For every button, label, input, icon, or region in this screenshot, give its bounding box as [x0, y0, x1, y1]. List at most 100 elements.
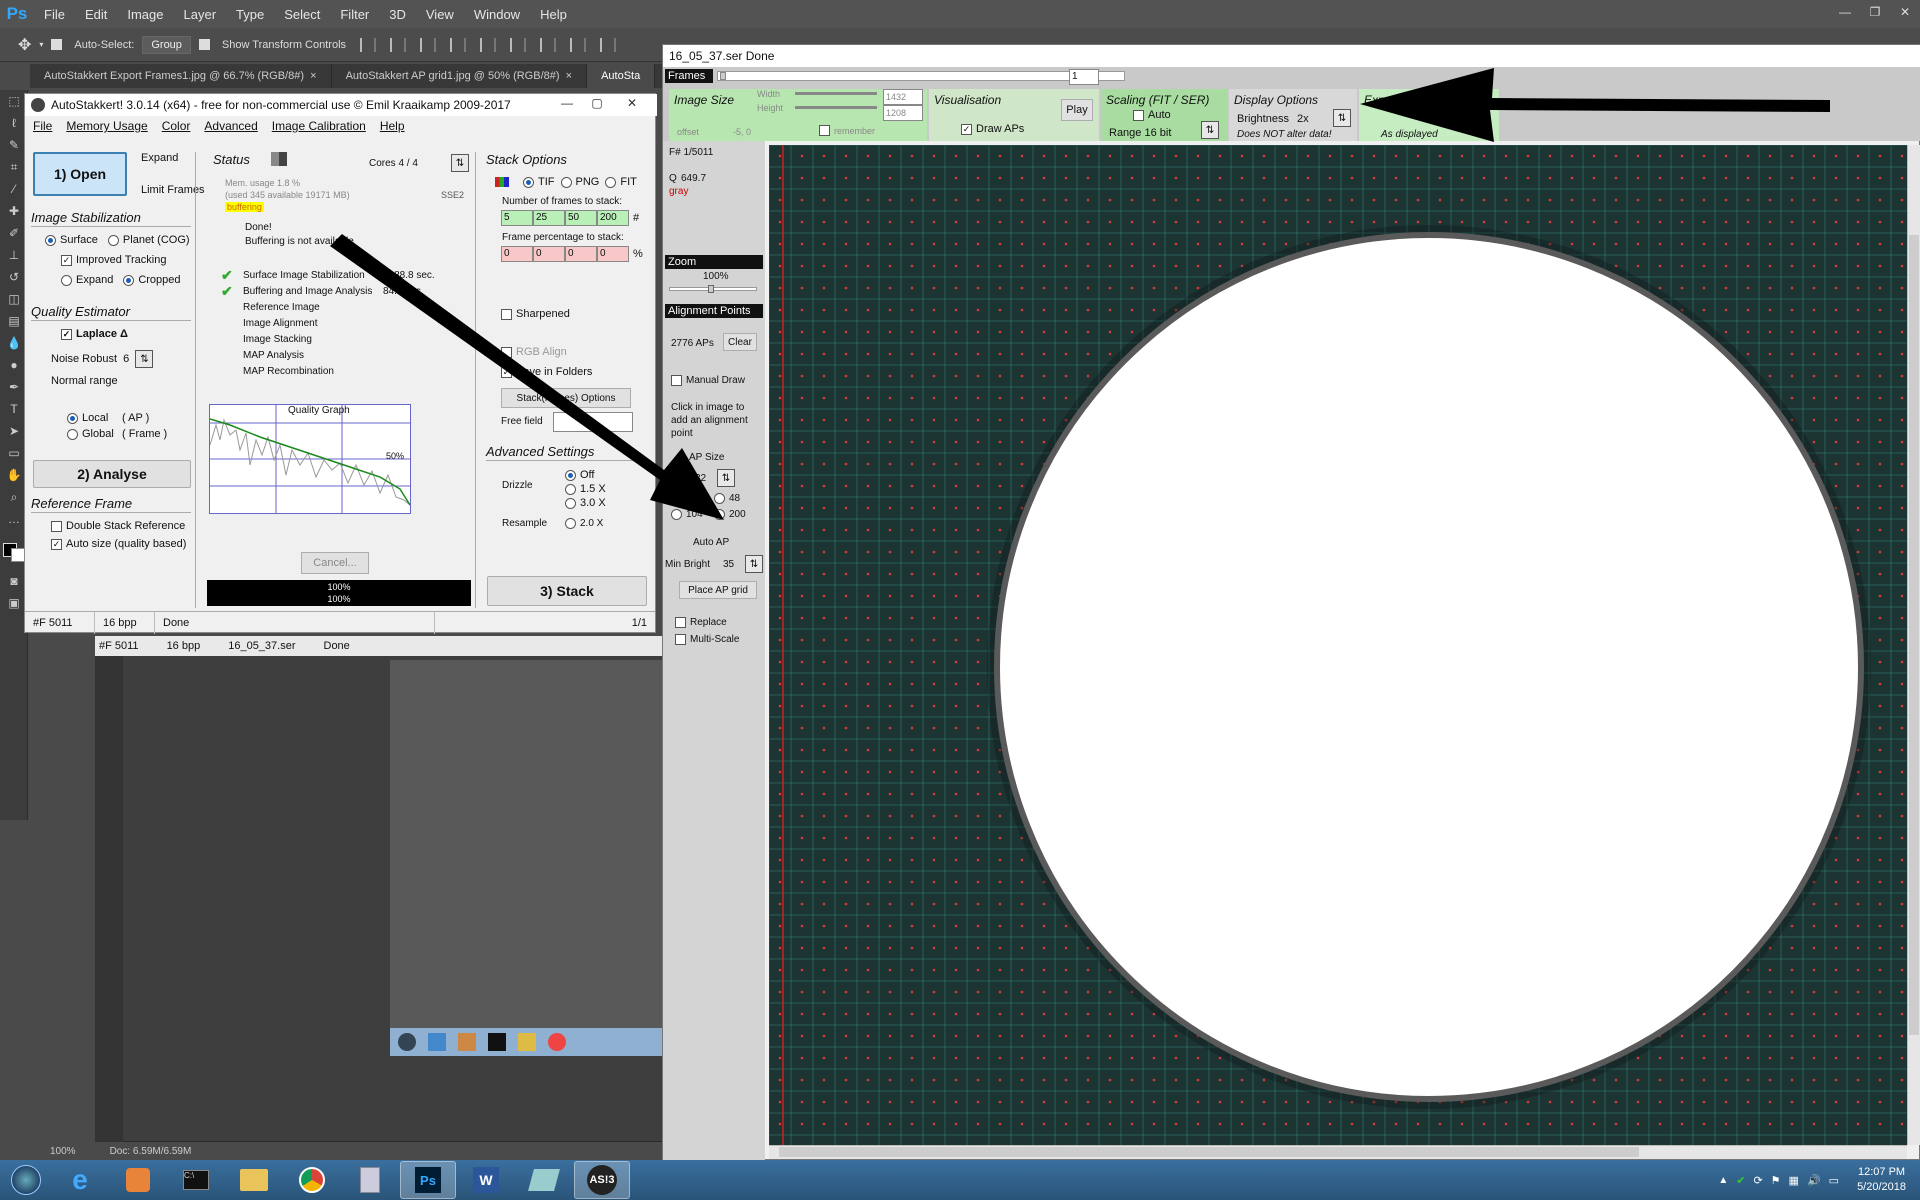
surface-radio[interactable]	[45, 234, 56, 246]
minimize-button[interactable]: —	[555, 96, 579, 112]
sync-icon[interactable]: ⟳	[1753, 1174, 1762, 1187]
close-icon[interactable]: ×	[566, 70, 572, 82]
display-icon[interactable]: ▭	[1829, 1174, 1839, 1187]
drizzle-30-radio[interactable]	[565, 497, 576, 509]
volume-icon[interactable]: 🔊	[1807, 1174, 1821, 1187]
ps-menu-window[interactable]: Window	[464, 7, 530, 22]
drizzle-15-radio[interactable]	[565, 483, 576, 495]
cropped-radio[interactable]	[123, 274, 135, 286]
draw-aps-checkbox[interactable]: ✓	[961, 123, 972, 135]
range-stepper[interactable]: ⇅	[1201, 121, 1219, 139]
laplace-checkbox[interactable]: ✓	[61, 328, 72, 340]
word-icon[interactable]: W	[458, 1161, 514, 1199]
security-icon[interactable]: ✔	[1736, 1174, 1745, 1187]
ps-menu-edit[interactable]: Edit	[75, 7, 117, 22]
planet-radio[interactable]	[107, 234, 119, 246]
maximize-button[interactable]: ▢	[585, 96, 609, 112]
photoshop-taskbar-icon[interactable]: Ps	[400, 1161, 456, 1199]
align-center-icon[interactable]	[480, 37, 497, 52]
frames-input-2[interactable]: 25	[533, 210, 565, 226]
multi-scale-checkbox[interactable]	[675, 634, 686, 645]
autostakkert-taskbar-icon[interactable]: AS!3	[574, 1161, 630, 1199]
ps-minimize-button[interactable]: —	[1830, 0, 1860, 24]
chevron-down-icon[interactable]: ▾	[39, 40, 43, 49]
ps-close-button[interactable]: ✕	[1890, 0, 1920, 24]
height-value[interactable]: 1208	[883, 105, 923, 121]
png-radio[interactable]	[560, 176, 572, 188]
frames-input-4[interactable]: 200	[597, 210, 629, 226]
tab-export-frames[interactable]: AutoStakkert Export Frames1.jpg @ 66.7% …	[30, 64, 332, 88]
close-icon[interactable]: ×	[310, 70, 316, 82]
align-right-icon[interactable]	[510, 37, 527, 52]
ps-menu-help[interactable]: Help	[530, 7, 577, 22]
ps-menu-image[interactable]: Image	[117, 7, 173, 22]
horizontal-scrollbar[interactable]	[769, 1145, 1907, 1159]
pct-input-2[interactable]: 0	[533, 246, 565, 262]
clear-aps-button[interactable]: Clear	[723, 333, 757, 351]
tab-autostakkert[interactable]: AutoSta	[587, 64, 656, 88]
chrome-icon[interactable]	[284, 1161, 340, 1199]
show-transform-checkbox[interactable]	[198, 39, 210, 50]
frame-slider[interactable]	[717, 71, 1125, 81]
save-in-folders-checkbox[interactable]: ✓	[501, 366, 512, 378]
height-slider[interactable]	[795, 106, 877, 109]
tif-radio[interactable]	[523, 176, 534, 188]
pct-input-4[interactable]: 0	[597, 246, 629, 262]
analyse-button[interactable]: 2) Analyse	[33, 460, 191, 488]
align-top-icon[interactable]	[360, 37, 377, 52]
remember-checkbox[interactable]	[819, 125, 830, 136]
group-select[interactable]: Group	[142, 35, 191, 54]
rgb-align-checkbox[interactable]	[501, 346, 512, 358]
resample-radio[interactable]	[565, 518, 576, 529]
distribute-bottom-icon[interactable]	[600, 37, 617, 52]
ap-size-48-radio[interactable]	[714, 493, 725, 504]
frames-input-3[interactable]: 50	[565, 210, 597, 226]
as-menu-memory[interactable]: Memory Usage	[66, 119, 147, 133]
move-tool-icon[interactable]: ✥	[18, 35, 31, 55]
as-menu-color[interactable]: Color	[162, 119, 191, 133]
cancel-button[interactable]: Cancel...	[301, 552, 369, 574]
ps-menu-3d[interactable]: 3D	[379, 7, 416, 22]
auto-size-checkbox[interactable]: ✓	[51, 538, 62, 550]
align-left-icon[interactable]	[450, 37, 467, 52]
ap-size-24-radio[interactable]	[671, 493, 682, 504]
as-menu-advanced[interactable]: Advanced	[204, 119, 257, 133]
image-canvas[interactable]	[769, 145, 1907, 1145]
pct-input-1[interactable]: 0	[501, 246, 533, 262]
cmd-icon[interactable]: C:\	[168, 1161, 224, 1199]
align-middle-icon[interactable]	[390, 37, 407, 52]
media-player-icon[interactable]	[110, 1161, 166, 1199]
network-icon[interactable]: ▦	[1789, 1174, 1799, 1187]
file-explorer-icon[interactable]	[226, 1161, 282, 1199]
free-field-input[interactable]	[553, 412, 633, 432]
flag-icon[interactable]: ⚑	[1771, 1174, 1781, 1187]
clock[interactable]: 12:07 PM 5/20/2018	[1857, 1165, 1906, 1195]
as-menu-calibration[interactable]: Image Calibration	[272, 119, 366, 133]
cores-stepper[interactable]: ⇅	[451, 154, 469, 172]
zoom-level[interactable]: 100%	[50, 1146, 76, 1157]
stack-button[interactable]: 3) Stack	[487, 576, 647, 606]
replace-checkbox[interactable]	[675, 617, 686, 628]
global-radio[interactable]	[67, 428, 78, 440]
tray-expand-icon[interactable]: ▲	[1718, 1175, 1728, 1186]
notes-icon[interactable]	[516, 1161, 572, 1199]
local-radio[interactable]	[67, 412, 78, 424]
expand-radio[interactable]	[61, 274, 72, 286]
as-menu-help[interactable]: Help	[380, 119, 405, 133]
distribute-top-icon[interactable]	[540, 37, 557, 52]
improved-tracking-checkbox[interactable]: ✓	[61, 254, 72, 266]
ps-menu-type[interactable]: Type	[226, 7, 274, 22]
ap-size-stepper[interactable]: ⇅	[717, 469, 735, 487]
open-button[interactable]: 1) Open	[33, 152, 127, 196]
brightness-stepper[interactable]: ⇅	[1333, 109, 1351, 127]
align-bottom-icon[interactable]	[420, 37, 437, 52]
ps-menu-filter[interactable]: Filter	[330, 7, 379, 22]
ps-menu-file[interactable]: File	[34, 7, 75, 22]
pct-input-3[interactable]: 0	[565, 246, 597, 262]
fit-radio[interactable]	[605, 176, 617, 188]
auto-scaling-checkbox[interactable]	[1133, 109, 1144, 121]
stack-names-options-button[interactable]: Stack(names) Options	[501, 388, 631, 408]
manual-draw-checkbox[interactable]	[671, 375, 682, 386]
calculator-icon[interactable]	[342, 1161, 398, 1199]
distribute-middle-icon[interactable]	[570, 37, 587, 52]
